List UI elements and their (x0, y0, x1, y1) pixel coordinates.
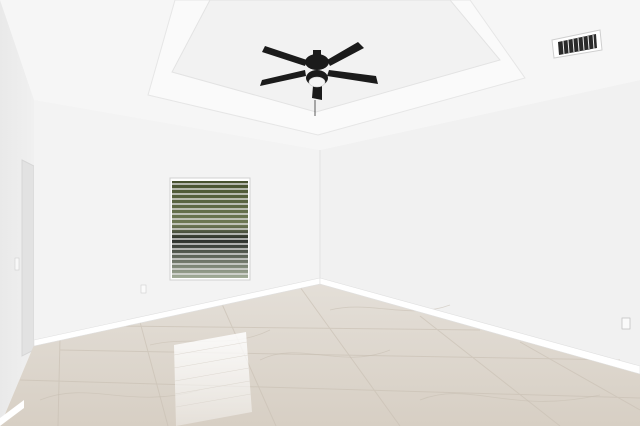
doorway[interactable] (21, 159, 35, 357)
window-with-blinds[interactable] (169, 177, 251, 281)
room-scene (0, 0, 640, 426)
light-switch[interactable] (14, 257, 20, 271)
wall-outlet-back (140, 284, 147, 294)
wall-outlet-right (621, 317, 631, 330)
empty-room-photo (0, 0, 640, 426)
